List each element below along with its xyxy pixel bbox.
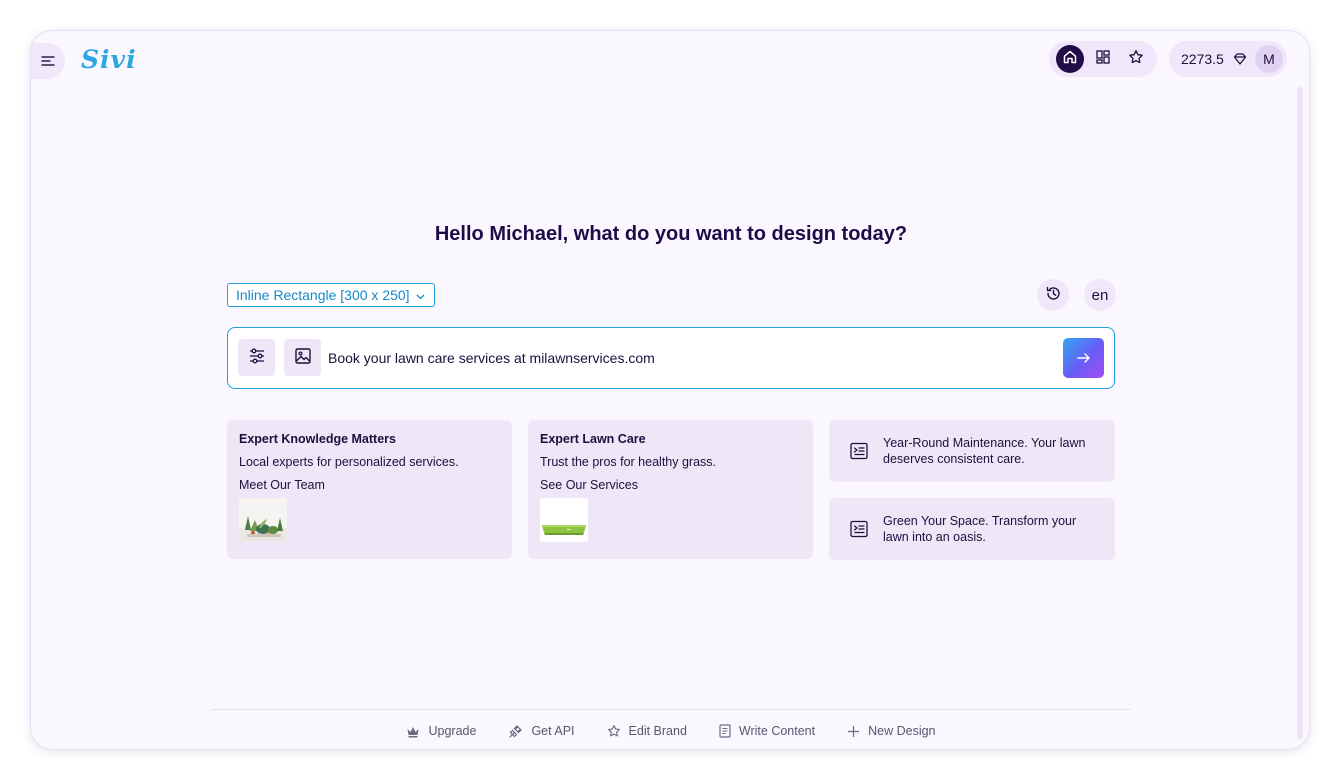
prompt-suggestion-text: Year-Round Maintenance. Your lawn deserv… (883, 436, 1086, 466)
document-icon (849, 519, 869, 539)
footer-label: Get API (531, 724, 575, 738)
ad-size-value: Inline Rectangle [300 x 250] (236, 287, 410, 303)
sliders-icon (248, 347, 266, 369)
star-icon (1128, 49, 1144, 69)
succulent-plants-image (239, 498, 287, 542)
diamond-icon (1233, 53, 1247, 65)
card-description: Local experts for personalized services. (239, 455, 459, 469)
star-icon (607, 724, 621, 738)
prompt-input[interactable] (328, 344, 1048, 372)
upgrade-link[interactable]: Upgrade (406, 724, 476, 738)
card-title: Expert Lawn Care (540, 432, 646, 446)
footer-nav: Upgrade Get API Edit Brand Write Content… (31, 719, 1309, 743)
history-button[interactable] (1037, 279, 1069, 311)
language-button[interactable]: en (1084, 279, 1116, 311)
new-design-link[interactable]: New Design (847, 724, 936, 738)
prompt-suggestion[interactable]: Year-Round Maintenance. Your lawn deserv… (829, 420, 1115, 482)
card-description: Trust the pros for healthy grass. (540, 455, 717, 469)
image-upload-button[interactable] (284, 339, 321, 376)
chevron-down-icon (416, 287, 425, 303)
card-cta: See Our Services (540, 478, 638, 492)
scrollbar[interactable] (1297, 87, 1303, 739)
edit-brand-link[interactable]: Edit Brand (607, 724, 687, 738)
history-icon (1045, 285, 1062, 306)
hamburger-icon (41, 52, 55, 71)
plus-icon (847, 725, 860, 738)
app-window: Sivi 2273.5 M Hello Michael, what do you… (30, 30, 1310, 750)
grid-icon (1095, 49, 1111, 69)
footer-label: Write Content (738, 724, 816, 738)
app-logo[interactable]: Sivi (81, 43, 137, 77)
send-button[interactable] (1063, 338, 1104, 378)
home-nav-button[interactable] (1055, 45, 1084, 73)
get-api-link[interactable]: Get API (508, 724, 575, 739)
menu-button[interactable] (31, 43, 65, 79)
suggestion-card[interactable]: Expert Lawn Care Trust the pros for heal… (528, 420, 813, 559)
plug-icon (508, 724, 523, 739)
suggestion-card[interactable]: Expert Knowledge Matters Local experts f… (227, 420, 512, 559)
favorites-nav-button[interactable] (1122, 45, 1150, 73)
arrow-right-icon (1076, 349, 1091, 368)
footer-label: New Design (868, 724, 936, 738)
footer-label: Upgrade (428, 724, 477, 738)
avatar[interactable]: M (1255, 45, 1283, 73)
prompt-box (227, 327, 1115, 389)
image-icon (294, 347, 312, 369)
credits-pill[interactable]: 2273.5 M (1169, 41, 1287, 77)
card-cta: Meet Our Team (239, 478, 325, 492)
top-nav (1049, 41, 1157, 77)
ad-size-select[interactable]: Inline Rectangle [300 x 250] (227, 283, 435, 307)
document-icon (849, 441, 869, 461)
card-title: Expert Knowledge Matters (239, 432, 396, 446)
credits-value: 2273.5 (1181, 51, 1224, 67)
document-icon (719, 724, 731, 738)
crown-icon (406, 725, 420, 738)
settings-button[interactable] (238, 339, 275, 376)
home-icon (1062, 49, 1078, 69)
footer-divider (211, 709, 1131, 710)
prompt-suggestion[interactable]: Green Your Space. Transform your lawn in… (829, 498, 1115, 560)
page-title: Hello Michael, what do you want to desig… (434, 223, 908, 245)
footer-label: Edit Brand (628, 724, 687, 738)
prompt-suggestion-text: Green Your Space. Transform your lawn in… (883, 514, 1077, 544)
templates-nav-button[interactable] (1089, 45, 1117, 73)
grass-turf-image (540, 498, 588, 542)
write-content-link[interactable]: Write Content (719, 724, 815, 738)
